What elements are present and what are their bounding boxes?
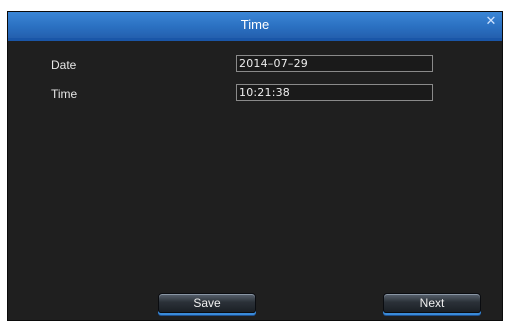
time-dialog: Time ✕ Date 2014–07–29 Time 10:21:38 Sav… (7, 11, 503, 321)
time-label: Time (51, 87, 78, 101)
save-button[interactable]: Save (158, 293, 256, 313)
time-field[interactable]: 10:21:38 (236, 84, 433, 101)
close-icon[interactable]: ✕ (484, 14, 498, 28)
title-bar: Time ✕ (8, 12, 502, 41)
next-button[interactable]: Next (383, 293, 481, 313)
date-label: Date (51, 58, 77, 72)
dialog-title: Time (240, 17, 270, 32)
date-field[interactable]: 2014–07–29 (236, 55, 433, 72)
